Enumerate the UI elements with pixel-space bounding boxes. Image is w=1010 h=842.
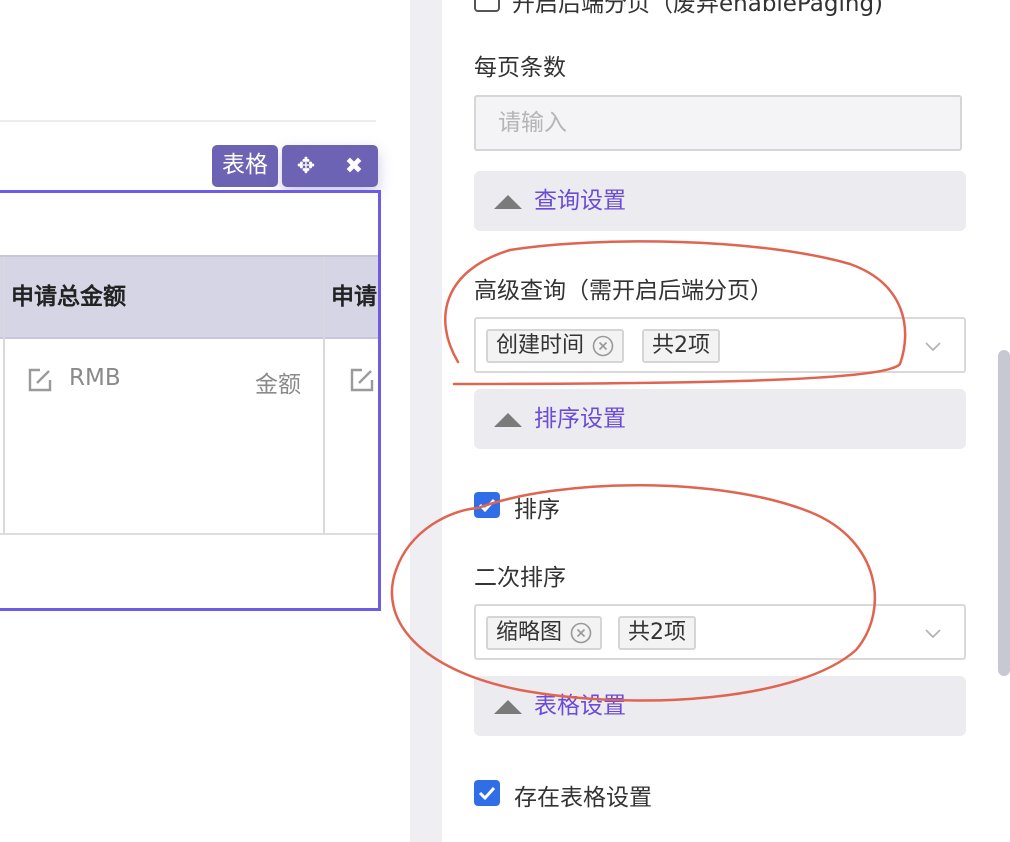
collapse-triangle-icon: [494, 195, 522, 209]
move-icon[interactable]: ✥: [286, 154, 326, 179]
check-icon: [478, 498, 496, 513]
backend-paging-checkbox[interactable]: [474, 0, 500, 12]
secondary-sort-label: 二次排序: [474, 565, 566, 591]
advanced-query-select[interactable]: 创建时间 共2项: [474, 317, 966, 373]
column-divider: [3, 337, 5, 533]
chevron-down-icon: [925, 342, 941, 352]
table-header-cell[interactable]: 申请: [331, 257, 378, 337]
chevron-down-icon: [925, 629, 941, 639]
table-header-cell[interactable]: 申请总金额: [11, 257, 311, 337]
close-icon[interactable]: ✖: [334, 154, 374, 179]
panel-gutter: [410, 0, 442, 842]
panel-scrollbar[interactable]: [998, 350, 1010, 676]
amount-placeholder: 金额: [255, 372, 301, 398]
component-actions: ✥ ✖: [282, 145, 378, 187]
section-title: 排序设置: [534, 406, 626, 432]
table-settings-checkbox-label: 存在表格设置: [514, 785, 652, 811]
selected-tag: 缩略图: [486, 616, 603, 650]
selected-table-component[interactable]: 申请总金额 申请 RMB 金额: [0, 190, 381, 611]
component-type-tag: 表格: [212, 145, 278, 187]
query-settings-section[interactable]: 查询设置: [474, 171, 966, 231]
table-settings-section[interactable]: 表格设置: [474, 676, 966, 736]
remove-tag-icon[interactable]: [592, 335, 614, 357]
selected-count-tag: 共2项: [642, 329, 720, 363]
collapse-triangle-icon: [494, 700, 522, 714]
sort-settings-section[interactable]: 排序设置: [474, 389, 966, 449]
canvas-divider: [0, 120, 376, 122]
selected-tag: 创建时间: [486, 329, 625, 363]
edit-icon[interactable]: [349, 367, 375, 393]
collapse-triangle-icon: [494, 413, 522, 427]
backend-paging-label: 开启后端分页（废弃enablePaging): [512, 0, 884, 17]
section-title: 表格设置: [534, 693, 626, 719]
edit-icon[interactable]: [27, 367, 53, 393]
table-row[interactable]: RMB 金额: [0, 337, 378, 535]
table-settings-checkbox[interactable]: [474, 780, 500, 806]
component-toolbar: 表格 ✥ ✖: [212, 145, 378, 187]
selected-tag-label: 创建时间: [496, 333, 585, 358]
column-divider: [3, 257, 5, 337]
check-icon: [478, 786, 496, 801]
selected-tag-label: 缩略图: [496, 620, 563, 645]
remove-tag-icon[interactable]: [570, 622, 592, 644]
advanced-query-label: 高级查询（需开启后端分页）: [474, 278, 773, 304]
designer-canvas: 表格 ✥ ✖ 申请总金额 申请 RMB 金额: [0, 0, 410, 842]
table-header-row: 申请总金额 申请: [0, 255, 378, 339]
sort-checkbox[interactable]: [474, 492, 500, 518]
secondary-sort-select[interactable]: 缩略图 共2项: [474, 604, 966, 660]
selected-count-tag: 共2项: [618, 616, 696, 650]
section-title: 查询设置: [534, 188, 626, 214]
currency-prefix: RMB: [69, 365, 121, 391]
sort-checkbox-label: 排序: [514, 497, 560, 523]
page-size-input[interactable]: [474, 95, 962, 151]
column-divider: [323, 337, 325, 533]
column-divider: [323, 257, 325, 337]
page-size-label: 每页条数: [474, 55, 566, 81]
